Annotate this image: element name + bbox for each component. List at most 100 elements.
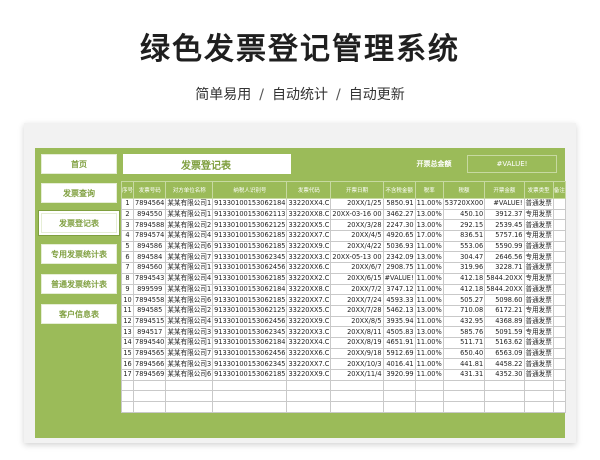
table-cell[interactable]: 4458.22 xyxy=(484,358,525,370)
table-cell[interactable]: 普通发票 xyxy=(523,240,554,253)
table-cell[interactable]: 33220XX7.C xyxy=(286,358,332,370)
table-cell[interactable] xyxy=(552,230,566,242)
table-cell[interactable]: 11 xyxy=(120,304,135,317)
table-cell[interactable]: 专用发票 xyxy=(523,230,554,242)
column-header[interactable]: 开票日期 xyxy=(330,181,384,199)
table-cell[interactable]: 20XX-05-13 00 xyxy=(330,251,384,264)
table-cell[interactable]: 6172.21 xyxy=(484,304,525,317)
table-cell[interactable]: 33220XX3.C xyxy=(286,251,332,264)
table-cell[interactable] xyxy=(212,401,288,413)
table-cell[interactable]: 20XX/4/22 xyxy=(330,240,384,253)
table-cell[interactable]: 2646.56 xyxy=(484,251,525,264)
table-cell[interactable] xyxy=(552,272,566,285)
table-cell[interactable]: 普通发票 xyxy=(523,315,554,328)
table-cell[interactable]: 20XX/6/7 xyxy=(330,262,384,274)
table-cell[interactable]: 292.15 xyxy=(442,219,486,232)
table-cell[interactable]: 412.18 xyxy=(442,272,486,285)
table-cell[interactable] xyxy=(330,390,384,403)
table-cell[interactable]: 710.08 xyxy=(442,304,486,317)
table-cell[interactable]: 14 xyxy=(120,336,135,349)
table-cell[interactable]: 20XX/8/11 xyxy=(330,326,384,338)
table-cell[interactable]: 2247.30 xyxy=(382,219,416,232)
table-cell[interactable]: 某某有限公司1 xyxy=(165,336,214,349)
table-cell[interactable]: 11.00% xyxy=(414,272,444,285)
table-cell[interactable]: 某某有限公司6 xyxy=(165,294,214,306)
table-cell[interactable]: 专用发票 xyxy=(523,251,554,264)
table-cell[interactable] xyxy=(442,379,486,392)
table-cell[interactable]: 11.00% xyxy=(414,198,444,210)
table-cell[interactable]: 11.00% xyxy=(414,358,444,370)
table-cell[interactable]: #VALUE! xyxy=(382,272,416,285)
table-cell[interactable]: 普通发票 xyxy=(523,294,554,306)
table-cell[interactable]: 33220XX6.C xyxy=(286,347,332,360)
table-cell[interactable]: 17 xyxy=(120,369,135,381)
table-cell[interactable]: 505.27 xyxy=(442,294,486,306)
table-cell[interactable]: 5163.62 xyxy=(484,336,525,349)
table-cell[interactable] xyxy=(382,401,416,413)
table-cell[interactable] xyxy=(165,379,214,392)
table-cell[interactable]: 91330100153062345 xyxy=(212,251,288,264)
table-cell[interactable]: 441.81 xyxy=(442,358,486,370)
table-cell[interactable] xyxy=(120,401,135,413)
column-header[interactable]: 税额 xyxy=(442,181,486,199)
table-cell[interactable]: 20XX-03-16 00 xyxy=(330,208,384,221)
table-cell[interactable]: 普通发票 xyxy=(523,219,554,232)
table-cell[interactable] xyxy=(552,251,566,264)
table-cell[interactable] xyxy=(133,401,167,413)
table-cell[interactable]: 11.00% xyxy=(414,315,444,328)
table-cell[interactable]: 4368.89 xyxy=(484,315,525,328)
table-cell[interactable] xyxy=(414,379,444,392)
table-cell[interactable]: 20XX/7/24 xyxy=(330,294,384,306)
table-cell[interactable]: 5844.20XX xyxy=(484,283,525,296)
table-cell[interactable]: 91330100153062185 xyxy=(212,230,288,242)
table-cell[interactable]: 7894515 xyxy=(133,315,167,328)
table-cell[interactable]: 2342.09 xyxy=(382,251,416,264)
table-cell[interactable] xyxy=(484,379,525,392)
table-cell[interactable]: 91330100153062185 xyxy=(212,369,288,381)
table-cell[interactable]: 3920.99 xyxy=(382,369,416,381)
table-cell[interactable]: 17.00% xyxy=(414,230,444,242)
table-cell[interactable]: 20XX/3/28 xyxy=(330,219,384,232)
table-cell[interactable]: 普通发票 xyxy=(523,262,554,274)
column-header[interactable]: 发票类型 xyxy=(523,181,554,199)
table-cell[interactable]: 4505.83 xyxy=(382,326,416,338)
table-cell[interactable]: 7894558 xyxy=(133,294,167,306)
table-cell[interactable]: 20XX/4/5 xyxy=(330,230,384,242)
table-cell[interactable]: 2908.75 xyxy=(382,262,416,274)
table-cell[interactable] xyxy=(484,401,525,413)
column-header[interactable]: 发票号码 xyxy=(133,181,167,199)
table-cell[interactable]: 91330100153062185 xyxy=(212,240,288,253)
table-cell[interactable] xyxy=(442,401,486,413)
column-header[interactable]: 不含税金额 xyxy=(382,181,416,199)
table-cell[interactable]: 专用发票 xyxy=(523,208,554,221)
nav-button-special-invoice-stats[interactable]: 专用发票统计表 xyxy=(41,244,117,264)
table-cell[interactable]: 某某有限公司3 xyxy=(165,358,214,370)
table-cell[interactable] xyxy=(552,358,566,370)
table-cell[interactable]: 3228.71 xyxy=(484,262,525,274)
table-cell[interactable]: 5 xyxy=(120,240,135,253)
table-cell[interactable] xyxy=(165,390,214,403)
table-cell[interactable]: 5844.20XX xyxy=(484,272,525,285)
table-cell[interactable]: 普通发票 xyxy=(523,283,554,296)
table-cell[interactable]: 7894540 xyxy=(133,336,167,349)
table-cell[interactable]: 3747.12 xyxy=(382,283,416,296)
table-cell[interactable]: 585.76 xyxy=(442,326,486,338)
table-cell[interactable]: 431.31 xyxy=(442,369,486,381)
table-cell[interactable] xyxy=(552,379,566,392)
table-cell[interactable] xyxy=(330,401,384,413)
table-cell[interactable] xyxy=(523,401,554,413)
table-cell[interactable]: 33220XX9.C xyxy=(286,240,332,253)
table-cell[interactable]: 432.95 xyxy=(442,315,486,328)
table-cell[interactable]: 5091.59 xyxy=(484,326,525,338)
column-header[interactable]: 发票代码 xyxy=(286,181,332,199)
table-cell[interactable]: 511.71 xyxy=(442,336,486,349)
table-cell[interactable] xyxy=(552,208,566,221)
table-cell[interactable]: 4352.30 xyxy=(484,369,525,381)
table-cell[interactable]: 33220XX9.C xyxy=(286,315,332,328)
table-cell[interactable]: 20XX/9/18 xyxy=(330,347,384,360)
table-cell[interactable]: 3 xyxy=(120,219,135,232)
table-cell[interactable]: 33220XX6.C xyxy=(286,262,332,274)
table-cell[interactable]: 319.96 xyxy=(442,262,486,274)
table-cell[interactable]: 某某有限公司2 xyxy=(165,304,214,317)
table-cell[interactable]: 91330100153062125 xyxy=(212,219,288,232)
